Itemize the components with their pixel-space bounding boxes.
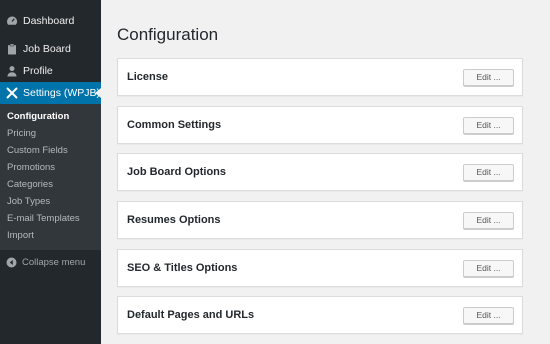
tools-icon (6, 87, 18, 99)
panel-label: Common Settings (127, 119, 222, 131)
menu-item-dashboard[interactable]: Dashboard (0, 10, 101, 32)
panel-label: Resumes Options (127, 214, 221, 226)
edit-button-resumes-options[interactable]: Edit ... (463, 211, 514, 229)
menu-item-job-board[interactable]: Job Board (0, 38, 101, 60)
menu-item-settings-wpjb[interactable]: Settings (WPJB) (0, 82, 101, 104)
edit-button-job-board-options[interactable]: Edit ... (463, 163, 514, 181)
collapse-menu-label: Collapse menu (22, 256, 86, 268)
config-panel-seo-titles-options: SEO & Titles Options Edit ... (117, 249, 523, 287)
config-panel-job-board-options: Job Board Options Edit ... (117, 153, 523, 191)
admin-sidebar: Dashboard Job Board Profile Settings (WP… (0, 0, 101, 344)
menu-item-label: Dashboard (23, 15, 75, 27)
submenu-item-configuration[interactable]: Configuration (0, 108, 101, 125)
panel-label: Job Board Options (127, 166, 226, 178)
panel-label: Default Pages and URLs (127, 309, 255, 321)
main-content: Configuration License Edit ... Common Se… (101, 0, 550, 344)
admin-menu: Dashboard Job Board Profile Settings (WP… (0, 0, 101, 273)
config-panel-common-settings: Common Settings Edit ... (117, 106, 523, 144)
submenu-item-email-templates[interactable]: E-mail Templates (0, 210, 101, 227)
submenu-item-import[interactable]: Import (0, 227, 101, 244)
config-panel-default-pages-urls: Default Pages and URLs Edit ... (117, 296, 523, 334)
submenu-item-custom-fields[interactable]: Custom Fields (0, 142, 101, 159)
panel-label: SEO & Titles Options (127, 262, 238, 274)
config-panel-license: License Edit ... (117, 58, 523, 96)
settings-submenu: Configuration Pricing Custom Fields Prom… (0, 104, 101, 250)
menu-item-label: Settings (WPJB) (23, 87, 101, 99)
edit-button-seo-titles-options[interactable]: Edit ... (463, 259, 514, 277)
panel-label: License (127, 71, 168, 83)
dashboard-icon (6, 15, 18, 27)
edit-button-license[interactable]: Edit ... (463, 68, 514, 86)
collapse-arrow-icon (6, 257, 17, 268)
submenu-item-categories[interactable]: Categories (0, 176, 101, 193)
submenu-item-job-types[interactable]: Job Types (0, 193, 101, 210)
menu-item-label: Profile (23, 65, 53, 77)
submenu-item-promotions[interactable]: Promotions (0, 159, 101, 176)
menu-item-label: Job Board (23, 43, 71, 55)
collapse-menu-button[interactable]: Collapse menu (0, 251, 101, 273)
page-title: Configuration (117, 25, 219, 44)
submenu-item-pricing[interactable]: Pricing (0, 125, 101, 142)
menu-item-profile[interactable]: Profile (0, 60, 101, 82)
user-icon (6, 65, 18, 77)
edit-button-common-settings[interactable]: Edit ... (463, 116, 514, 134)
clipboard-icon (6, 43, 18, 55)
edit-button-default-pages-urls[interactable]: Edit ... (463, 306, 514, 324)
config-panel-resumes-options: Resumes Options Edit ... (117, 201, 523, 239)
